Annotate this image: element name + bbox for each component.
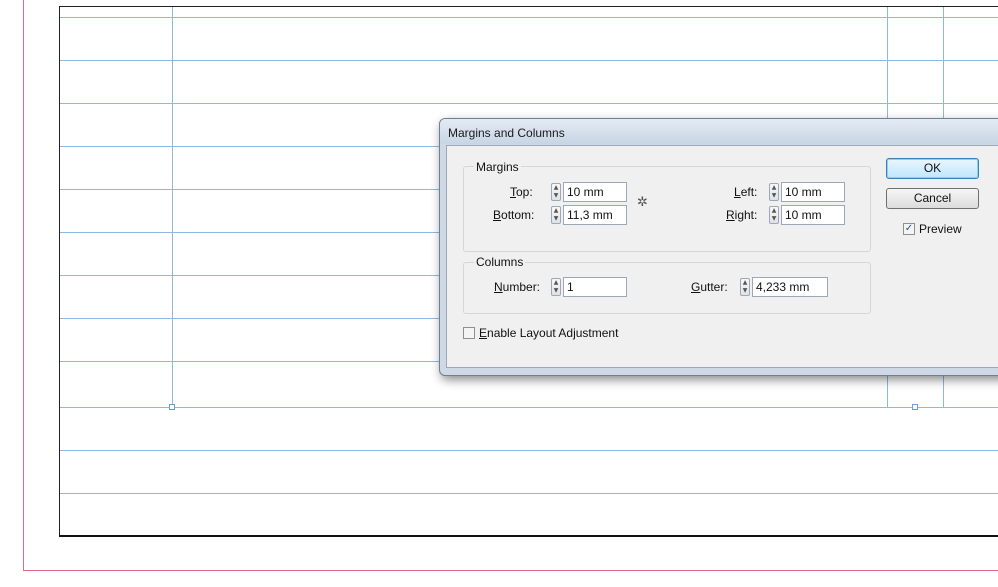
margins-legend: Margins (474, 160, 521, 174)
top-spinner[interactable]: ▲ ▼ (551, 183, 561, 201)
enable-layout-adjustment-label[interactable]: Enable Layout Adjustment (479, 326, 618, 340)
spinner-down-icon[interactable]: ▼ (771, 215, 777, 222)
number-spinner[interactable]: ▲ ▼ (551, 278, 561, 296)
columns-legend: Columns (474, 255, 526, 269)
ok-button[interactable]: OK (886, 158, 979, 179)
spinner-up-icon[interactable]: ▲ (553, 184, 559, 191)
bottom-spinner[interactable]: ▲ ▼ (551, 206, 561, 224)
bleed-guide-bottom (23, 570, 998, 571)
guide-horizontal[interactable] (60, 60, 998, 61)
guide-horizontal[interactable] (60, 103, 998, 104)
spinner-up-icon[interactable]: ▲ (742, 279, 748, 286)
bottom-margin-input[interactable]: 11,3 mm (563, 205, 627, 225)
bottom-label: Bottom: (493, 208, 535, 222)
dialog-body: Margins Top: ▲ ▼ 10 mm Bottom: ▲ ▼ 11,3 mm… (446, 145, 998, 368)
page-bottom-edge (59, 535, 998, 537)
checkmark-icon: ✓ (904, 223, 914, 234)
dialog-title: Margins and Columns (448, 126, 565, 140)
spinner-down-icon[interactable]: ▼ (742, 287, 748, 294)
dialog-titlebar[interactable]: Margins and Columns (440, 119, 998, 144)
guide-horizontal[interactable] (60, 450, 998, 451)
guide-horizontal[interactable] (60, 407, 998, 408)
gutter-input[interactable]: 4,233 mm (752, 277, 828, 297)
frame-handle[interactable] (169, 404, 175, 410)
frame-handle[interactable] (912, 404, 918, 410)
spinner-down-icon[interactable]: ▼ (553, 215, 559, 222)
preview-checkbox[interactable]: ✓ (903, 223, 915, 235)
spinner-up-icon[interactable]: ▲ (553, 207, 559, 214)
top-margin-input[interactable]: 10 mm (563, 182, 627, 202)
margins-and-columns-dialog: Margins and Columns Margins Top: ▲ ▼ 10 m… (439, 118, 998, 376)
enable-layout-adjustment-checkbox[interactable] (463, 327, 475, 339)
number-label: Number: (494, 280, 541, 294)
columns-number-input[interactable]: 1 (563, 277, 627, 297)
chain-link-icon[interactable]: ✲ (637, 195, 648, 210)
spinner-up-icon[interactable]: ▲ (553, 279, 559, 286)
guide-horizontal[interactable] (60, 17, 998, 18)
cancel-button[interactable]: Cancel (886, 188, 979, 209)
right-label: Right: (726, 208, 758, 222)
spinner-down-icon[interactable]: ▼ (553, 287, 559, 294)
right-spinner[interactable]: ▲ ▼ (769, 206, 779, 224)
guide-vertical[interactable] (172, 7, 173, 407)
top-label: Top: (510, 185, 533, 199)
left-spinner[interactable]: ▲ ▼ (769, 183, 779, 201)
preview-label[interactable]: Preview (919, 222, 962, 236)
spinner-up-icon[interactable]: ▲ (771, 184, 777, 191)
spinner-down-icon[interactable]: ▼ (771, 192, 777, 199)
left-margin-input[interactable]: 10 mm (781, 182, 845, 202)
gutter-spinner[interactable]: ▲ ▼ (740, 278, 750, 296)
spinner-down-icon[interactable]: ▼ (553, 192, 559, 199)
gutter-label: Gutter: (691, 280, 728, 294)
spinner-up-icon[interactable]: ▲ (771, 207, 777, 214)
bleed-guide-left (23, 0, 24, 571)
right-margin-input[interactable]: 10 mm (781, 205, 845, 225)
guide-horizontal[interactable] (60, 493, 998, 494)
left-label: Left: (734, 185, 758, 199)
